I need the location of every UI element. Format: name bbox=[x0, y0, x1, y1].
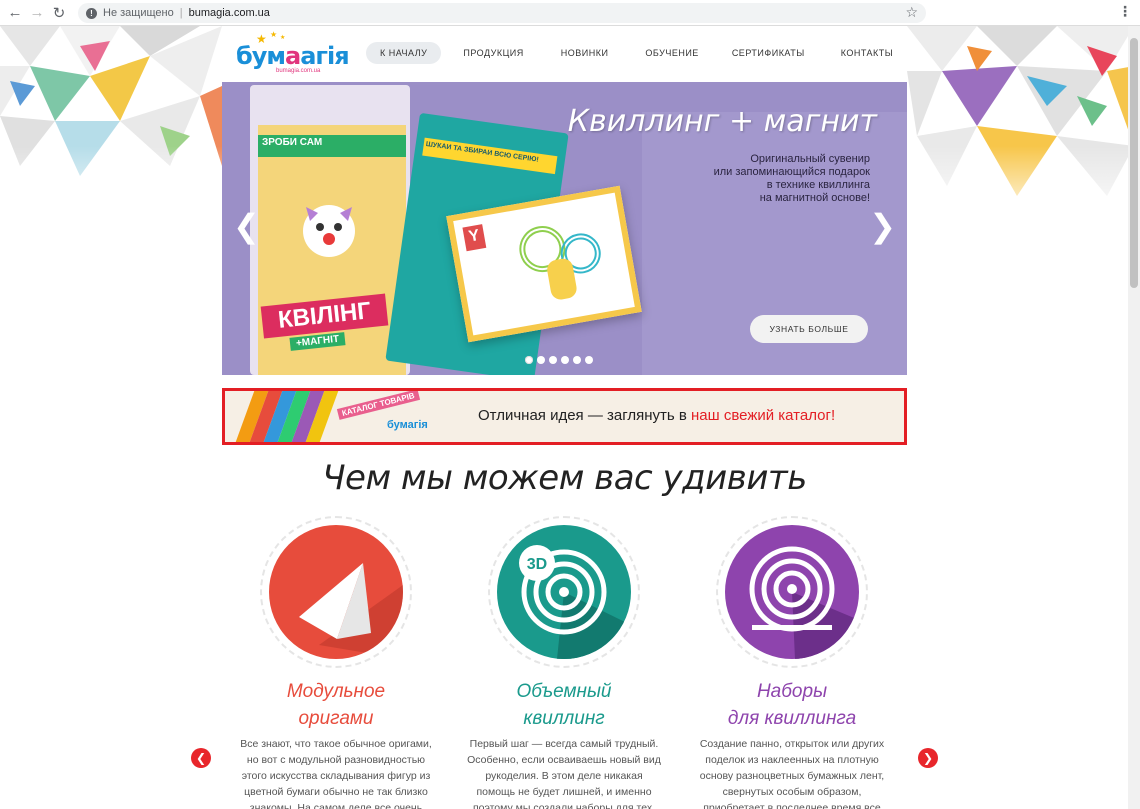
nav-item-learning[interactable]: ОБУЧЕНИЕ bbox=[645, 42, 698, 64]
catalog-text[interactable]: Отличная идея — заглянуть в наш свежий к… bbox=[478, 407, 835, 424]
slide-title: Квиллинг + магнит bbox=[567, 104, 877, 139]
back-arrow-icon[interactable]: ← bbox=[4, 2, 26, 24]
slide-description-line: или запоминающийся подарок bbox=[713, 166, 870, 178]
hero-slider: ЗРОБИ САМ КВІЛІНГ +МАГНІТ ШУКАЙ ТА ЗБИРА… bbox=[222, 82, 907, 375]
slider-dot[interactable] bbox=[549, 356, 557, 364]
feature-description: Первый шаг — всегда самый трудный. Особе… bbox=[467, 738, 661, 809]
separator: | bbox=[179, 7, 183, 19]
nav-item-certificates[interactable]: СЕРТИФИКАТЫ bbox=[732, 42, 805, 64]
info-icon[interactable]: ! bbox=[86, 7, 97, 19]
logo-text-part: бум bbox=[236, 42, 286, 70]
feature-title-line: Модульное bbox=[286, 681, 386, 702]
reload-icon[interactable]: ↻ bbox=[48, 2, 70, 24]
security-label: Не защищено bbox=[103, 7, 174, 19]
nav-item-contacts[interactable]: КОНТАКТЫ bbox=[841, 42, 894, 64]
catalog-banner[interactable]: КАТАЛОГ ТОВАРІВ бумагія Отличная идея — … bbox=[222, 388, 907, 445]
learn-more-button[interactable]: УЗНАТЬ БОЛЬШЕ bbox=[750, 315, 868, 343]
catalog-link[interactable]: наш свежий каталог! bbox=[691, 407, 835, 424]
feature-title-line: оригами bbox=[298, 708, 374, 729]
forward-arrow-icon[interactable]: → bbox=[26, 2, 48, 24]
nav-item-home[interactable]: К НАЧАЛУ bbox=[366, 42, 442, 64]
feature-title[interactable]: Объемный квиллинг bbox=[459, 678, 669, 732]
pack-top-label: ЗРОБИ САМ bbox=[262, 137, 323, 148]
slider-dot[interactable] bbox=[537, 356, 545, 364]
browser-menu-icon[interactable]: ⋮ bbox=[1118, 3, 1132, 20]
background-polygon-art-right bbox=[907, 26, 1134, 226]
catalog-deco-label: КАТАЛОГ ТОВАРІВ bbox=[336, 391, 420, 420]
slider-dot[interactable] bbox=[561, 356, 569, 364]
slider-prev-arrow-icon[interactable]: ❮ bbox=[233, 210, 260, 242]
main-nav: К НАЧАЛУ ПРОДУКЦИЯ НОВИНКИ ОБУЧЕНИЕ СЕРТ… bbox=[366, 42, 893, 64]
feature-title-line: Наборы bbox=[756, 681, 828, 702]
scrollbar-thumb[interactable] bbox=[1130, 38, 1138, 288]
feature-title[interactable]: Модульное оригами bbox=[231, 678, 441, 732]
feature-description: Создание панно, открыток или других поде… bbox=[699, 738, 885, 809]
letter-y-icon: Y bbox=[467, 226, 481, 246]
logo-text-part: а bbox=[285, 42, 301, 70]
logo[interactable]: ★ ★ ★ бумаагія bumagia.com.ua bbox=[236, 30, 350, 76]
catalog-deco: КАТАЛОГ ТОВАРІВ бумагія bbox=[225, 391, 455, 442]
carousel-prev-arrow-icon[interactable]: ❮ bbox=[191, 748, 211, 768]
carousel-next-arrow-icon[interactable]: ❯ bbox=[918, 748, 938, 768]
slider-dot[interactable] bbox=[573, 356, 581, 364]
star-icon: ★ bbox=[280, 35, 286, 41]
cat-figure-icon bbox=[303, 205, 355, 257]
background-polygon-art-left bbox=[0, 26, 222, 226]
svg-text:3D: 3D bbox=[527, 556, 547, 573]
slider-dots bbox=[525, 356, 593, 364]
slider-dot[interactable] bbox=[525, 356, 533, 364]
feature-title[interactable]: Наборы для квиллинга bbox=[687, 678, 897, 732]
feature-title-line: Объемный bbox=[516, 681, 612, 702]
slide-description-line: в технике квиллинга bbox=[766, 179, 870, 191]
slider-next-arrow-icon[interactable]: ❯ bbox=[869, 210, 896, 242]
catalog-logo: бумагія bbox=[387, 419, 428, 431]
feature-description: Все знают, что такое обычное оригами, но… bbox=[240, 738, 432, 809]
slide-description: Оригинальный сувенир или запоминающийся … bbox=[714, 153, 870, 205]
bookmark-star-icon[interactable]: ☆ bbox=[905, 4, 918, 21]
site-container: ★ ★ ★ бумаагія bumagia.com.ua К НАЧАЛУ П… bbox=[222, 26, 907, 375]
star-icon: ★ bbox=[270, 30, 278, 39]
logo-text: бумаагія bbox=[236, 42, 350, 70]
nav-item-products[interactable]: ПРОДУКЦИЯ bbox=[463, 42, 523, 64]
slider-dot[interactable] bbox=[585, 356, 593, 364]
quilling-spiral-icon[interactable] bbox=[725, 525, 859, 659]
url-text[interactable]: bumagia.com.ua bbox=[189, 7, 270, 19]
feature-title-line: квиллинг bbox=[523, 708, 605, 729]
site-header: ★ ★ ★ бумаагія bumagia.com.ua К НАЧАЛУ П… bbox=[222, 26, 907, 82]
slide-description-line: на магнитной основе! bbox=[759, 192, 870, 204]
logo-text-part: агія bbox=[300, 42, 349, 70]
feature-title-line: для квиллинга bbox=[727, 708, 857, 729]
origami-icon[interactable] bbox=[269, 525, 403, 659]
slide-description-line: Оригинальный сувенир bbox=[750, 153, 870, 165]
logo-subtitle: bumagia.com.ua bbox=[276, 68, 321, 74]
address-bar[interactable]: ! Не защищено | bumagia.com.ua ☆ bbox=[78, 3, 926, 23]
section-title: Чем мы можем вас удивить bbox=[322, 458, 807, 498]
scrollbar[interactable] bbox=[1128, 26, 1140, 809]
product-pack-kviling: ЗРОБИ САМ КВІЛІНГ +МАГНІТ bbox=[250, 85, 410, 375]
3d-quilling-icon[interactable]: 3D bbox=[497, 525, 631, 659]
browser-toolbar: ← → ↻ ! Не защищено | bumagia.com.ua ☆ ⋮ bbox=[0, 0, 1140, 26]
catalog-text-prefix: Отличная идея — заглянуть в bbox=[478, 407, 692, 424]
nav-item-news[interactable]: НОВИНКИ bbox=[561, 42, 609, 64]
